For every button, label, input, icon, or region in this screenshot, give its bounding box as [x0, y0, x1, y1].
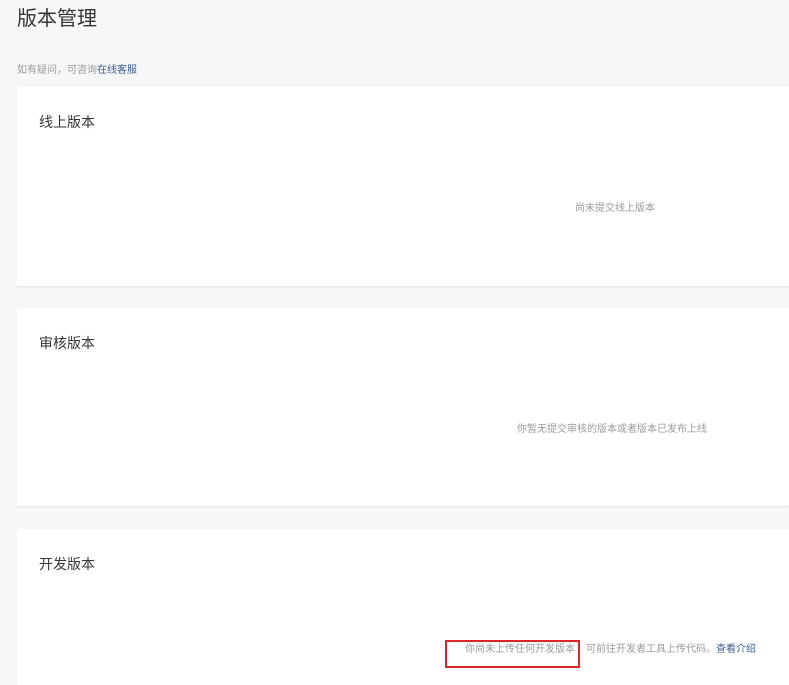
- dev-version-hint-text: 可前往开发者工具上传代码。: [586, 644, 716, 655]
- dev-version-empty-line: 你尚未上传任何开发版本 可前往开发者工具上传代码。查看介绍: [445, 640, 756, 668]
- review-version-empty-text: 你暂无提交审核的版本或者版本已发布上线: [517, 424, 707, 435]
- online-version-title: 线上版本: [39, 115, 95, 131]
- help-line: 如有疑问，可咨询在线客服: [17, 64, 137, 78]
- dev-version-empty-text: 你尚未上传任何开发版本: [465, 644, 575, 655]
- page-title: 版本管理: [17, 6, 97, 30]
- review-version-title: 审核版本: [39, 336, 95, 352]
- review-version-card: 审核版本 你暂无提交审核的版本或者版本已发布上线: [17, 308, 789, 507]
- highlight-box: 你尚未上传任何开发版本: [445, 640, 580, 668]
- online-support-link[interactable]: 在线客服: [97, 65, 137, 76]
- view-intro-link[interactable]: 查看介绍: [716, 644, 756, 655]
- dev-version-card: 开发版本 你尚未上传任何开发版本 可前往开发者工具上传代码。查看介绍: [17, 529, 789, 685]
- help-prefix: 如有疑问，可咨询: [17, 65, 97, 76]
- online-version-card: 线上版本 尚未提交线上版本: [17, 87, 789, 287]
- online-version-empty-text: 尚未提交线上版本: [575, 203, 655, 214]
- dev-version-title: 开发版本: [39, 557, 95, 573]
